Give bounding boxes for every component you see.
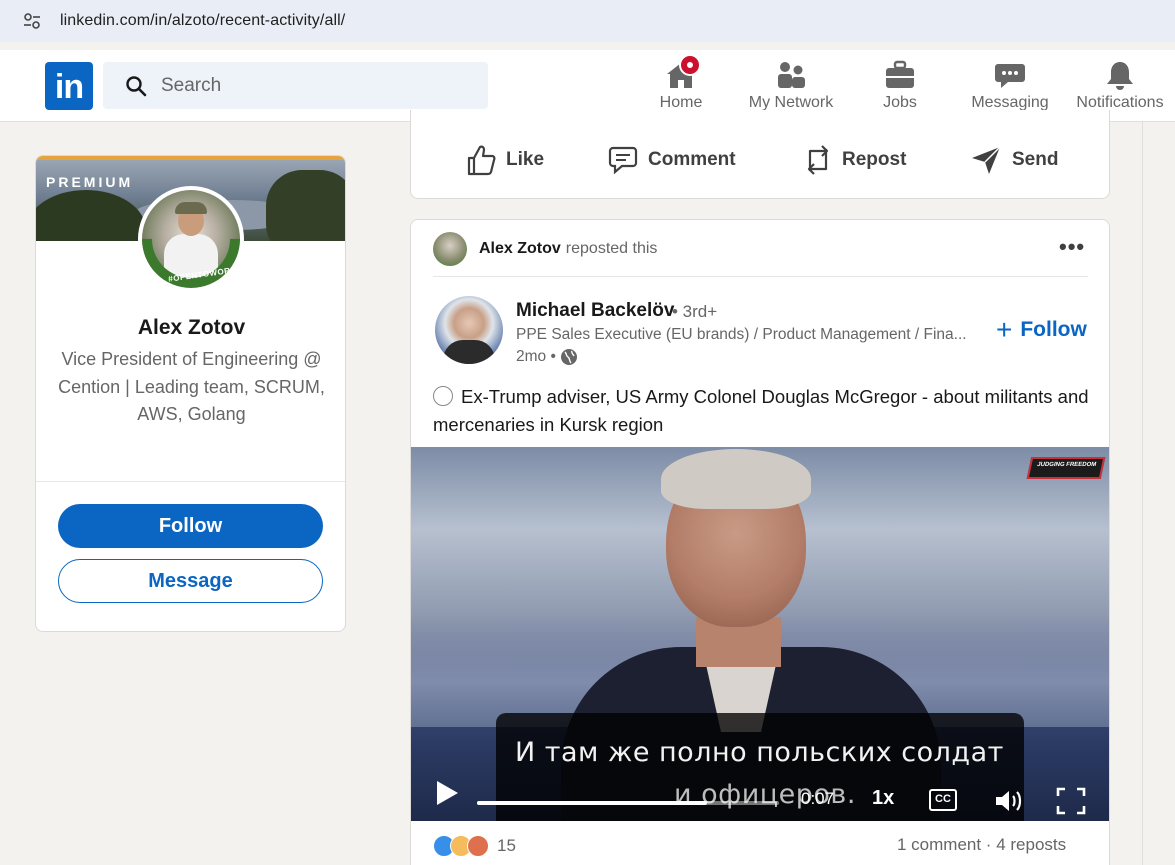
comments-reposts-count[interactable]: 1 comment · 4 reposts <box>897 835 1066 855</box>
url-text[interactable]: linkedin.com/in/alzoto/recent-activity/a… <box>60 12 345 30</box>
address-field[interactable]: linkedin.com/in/alzoto/recent-activity/a… <box>8 0 1175 42</box>
profile-headline: Vice President of Engineering @ Cention … <box>58 349 325 424</box>
messaging-icon <box>994 60 1026 90</box>
network-icon <box>775 60 807 90</box>
more-options-icon[interactable]: ••• <box>1059 234 1085 260</box>
reposted-text: reposted this <box>565 240 658 257</box>
reposter-name[interactable]: Alex Zotov <box>479 240 561 258</box>
repost-button[interactable]: Repost <box>804 142 906 178</box>
repost-label: Repost <box>842 149 907 170</box>
like-icon <box>467 145 496 176</box>
like-label: Like <box>506 149 545 170</box>
banner-tree <box>266 170 345 241</box>
right-gutter <box>1142 122 1175 865</box>
profile-card: PREMIUM #OPENTOWORK Alex Zotov Vice Pres… <box>35 155 346 632</box>
author-avatar[interactable] <box>435 296 503 364</box>
channel-logo: JUDGING FREEDOM <box>1026 457 1106 479</box>
send-label: Send <box>1012 149 1059 170</box>
repost-icon <box>807 145 829 175</box>
plus-icon: + <box>996 314 1013 345</box>
site-settings-icon[interactable] <box>22 11 42 31</box>
captions-icon[interactable]: CC <box>929 789 957 811</box>
video-person-hair <box>661 449 811 509</box>
comment-icon <box>608 146 638 174</box>
follow-button[interactable]: Follow <box>58 504 323 548</box>
bell-icon <box>1104 60 1136 90</box>
reaction-count: 15 <box>497 836 516 855</box>
follow-author-label: Follow <box>1020 318 1087 341</box>
comment-label: Comment <box>648 149 736 170</box>
reposter-avatar[interactable] <box>433 232 467 266</box>
notification-badge <box>679 54 701 76</box>
globe-icon <box>560 349 577 365</box>
avatar-suit <box>443 340 495 364</box>
post-text: Ex-Trump adviser, US Army Colonel Dougla… <box>433 383 1093 438</box>
video-controls: 0:07 1x CC <box>411 765 1109 821</box>
author-name[interactable]: Michael Backelöv <box>516 300 674 322</box>
fullscreen-icon[interactable] <box>1056 787 1086 815</box>
search-input[interactable] <box>161 74 461 97</box>
author-headline: PPE Sales Executive (EU brands) / Produc… <box>516 326 967 343</box>
circle-emoji-icon <box>433 386 453 406</box>
divider <box>36 481 345 482</box>
profile-avatar[interactable]: #OPENTOWORK <box>138 186 244 292</box>
divider <box>433 276 1088 277</box>
post-time: 2mo • <box>516 348 578 366</box>
playback-speed-button[interactable]: 1x <box>872 787 894 810</box>
post-card: Alex Zotov reposted this ••• Michael Bac… <box>410 219 1110 865</box>
previous-post-actions: Like Comment Repost Send <box>410 110 1110 199</box>
profile-name[interactable]: Alex Zotov <box>36 316 345 340</box>
love-reaction-icon <box>467 835 489 857</box>
play-icon[interactable] <box>434 779 460 807</box>
message-button[interactable]: Message <box>58 559 323 603</box>
send-button[interactable]: Send <box>970 142 1058 178</box>
post-time-text: 2mo • <box>516 348 556 365</box>
home-icon <box>665 54 701 90</box>
video-time: 0:07 <box>801 789 835 808</box>
progress-fill <box>477 801 707 805</box>
send-icon <box>972 146 1001 174</box>
briefcase-icon <box>884 60 916 90</box>
search-icon <box>126 75 147 96</box>
progress-bar[interactable] <box>477 801 779 805</box>
reactions-summary[interactable]: 15 <box>433 835 516 857</box>
comment-button[interactable]: Comment <box>608 142 736 178</box>
connection-degree: • 3rd+ <box>672 302 718 321</box>
linkedin-logo[interactable]: in <box>45 62 93 110</box>
video-player[interactable]: JUDGING FREEDOM И там же полно польских … <box>411 447 1109 821</box>
browser-url-bar: linkedin.com/in/alzoto/recent-activity/a… <box>0 0 1175 42</box>
repost-header: Alex Zotov reposted this <box>433 232 657 266</box>
post-text-content: Ex-Trump adviser, US Army Colonel Dougla… <box>433 386 1089 435</box>
reaction-icons <box>433 835 491 857</box>
banner-tree <box>36 190 146 241</box>
like-button[interactable]: Like <box>466 142 544 178</box>
volume-icon[interactable] <box>994 788 1024 814</box>
subtitle-line-1: И там же полно польских солдат <box>515 737 1004 768</box>
premium-label: PREMIUM <box>46 174 134 190</box>
search-bar[interactable] <box>103 62 488 109</box>
follow-author-button[interactable]: + Follow <box>996 314 1087 345</box>
